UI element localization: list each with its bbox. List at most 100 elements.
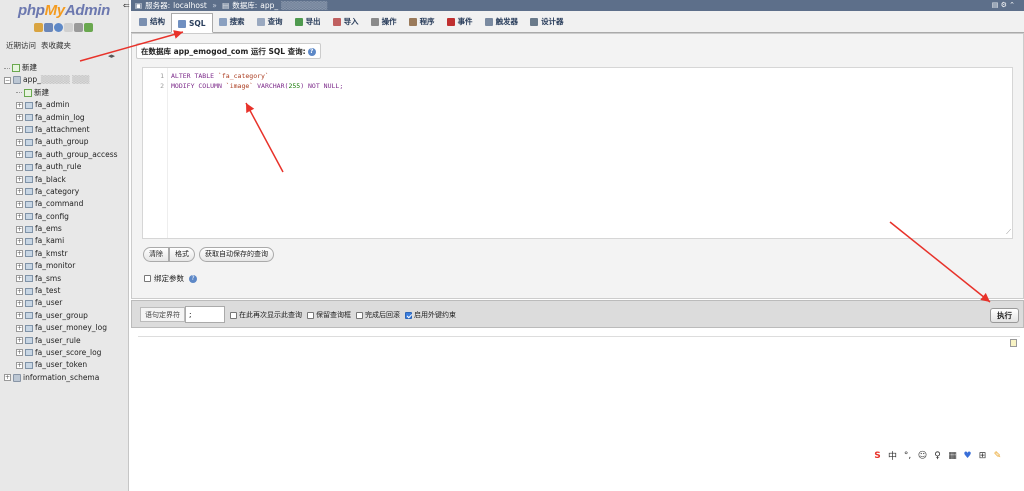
tree-table-item[interactable]: + fa_auth_rule [4, 161, 128, 173]
topbar-right-icons[interactable]: ▤ ⚙ ⌃ [992, 0, 1015, 11]
tab-6[interactable]: 操作 [365, 12, 403, 32]
expand-table-icon[interactable]: + [16, 163, 23, 171]
tree-table-item[interactable]: + fa_config [4, 211, 128, 223]
format-button[interactable]: 格式 [169, 247, 195, 262]
foreign-keys-checkbox[interactable] [405, 311, 412, 319]
ime-button[interactable]: 中 [887, 449, 898, 462]
tab-10[interactable]: 设计器 [524, 12, 570, 32]
expand-table-icon[interactable]: + [16, 361, 23, 369]
tab-3[interactable]: 查询 [251, 12, 289, 32]
ime-button[interactable]: S [872, 451, 883, 461]
tree-table-item[interactable]: + fa_auth_group_access [4, 149, 128, 161]
tree-new-database[interactable]: 新建 [4, 62, 128, 74]
tab-1[interactable]: SQL [171, 13, 213, 33]
expand-table-icon[interactable]: + [16, 237, 23, 245]
help-icon[interactable]: ? [189, 274, 197, 283]
phpmyadmin-logo[interactable]: phpMyAdmin [18, 2, 110, 19]
expand-table-icon[interactable]: + [16, 324, 23, 332]
foreign-keys-option[interactable]: 启用外键约束 [405, 310, 456, 320]
back-arrow-icon[interactable]: ⇐ [123, 0, 131, 11]
tab-9[interactable]: 触发器 [479, 12, 525, 32]
expand-table-icon[interactable]: + [16, 114, 23, 122]
breadcrumb-database[interactable]: app_ [260, 1, 278, 10]
tree-table-item[interactable]: + fa_attachment [4, 124, 128, 136]
expand-table-icon[interactable]: + [16, 188, 23, 196]
ime-button[interactable]: ☺ [917, 451, 928, 461]
expand-table-icon[interactable]: + [16, 262, 23, 270]
expand-table-icon[interactable]: + [16, 138, 23, 146]
tree-table-item[interactable]: + fa_command [4, 198, 128, 210]
expand-table-icon[interactable]: + [16, 126, 23, 134]
collapse-db-icon[interactable]: − [4, 76, 11, 84]
home-icon[interactable] [34, 23, 43, 32]
ime-button[interactable]: ▦ [947, 451, 958, 461]
reload-icon[interactable] [84, 23, 93, 32]
tree-table-item[interactable]: + fa_kmstr [4, 248, 128, 260]
ime-button[interactable]: ✎ [992, 451, 1003, 461]
expand-table-icon[interactable]: + [16, 176, 23, 184]
resize-grip-icon[interactable]: ⟋ [1006, 228, 1011, 237]
tab-4[interactable]: 导出 [289, 12, 327, 32]
help-docs-icon[interactable] [54, 23, 63, 32]
tree-new-table[interactable]: 新建 [4, 87, 128, 99]
tree-table-item[interactable]: + fa_user_token [4, 359, 128, 371]
help-icon[interactable]: ? [307, 48, 316, 56]
tree-table-item[interactable]: + fa_user_score_log [4, 347, 128, 359]
logout-icon[interactable] [44, 23, 53, 32]
retain-query-box-option[interactable]: 保留查询框 [307, 310, 351, 320]
tree-table-item[interactable]: + fa_kami [4, 235, 128, 247]
retain-query-box-checkbox[interactable] [307, 311, 314, 319]
expand-table-icon[interactable]: + [16, 225, 23, 233]
ime-button[interactable]: °, [902, 451, 913, 461]
tab-0[interactable]: 结构 [133, 12, 171, 32]
expand-table-icon[interactable]: + [16, 299, 23, 307]
tab-7[interactable]: 程序 [403, 12, 441, 32]
get-autosaved-query-button[interactable]: 获取自动保存的查询 [199, 247, 274, 262]
show-query-again-checkbox[interactable] [230, 311, 237, 319]
expand-table-icon[interactable]: + [16, 287, 23, 295]
ime-button[interactable]: ⊞ [977, 451, 988, 461]
expand-table-icon[interactable]: + [16, 213, 23, 221]
expand-table-icon[interactable]: + [16, 312, 23, 320]
tree-table-item[interactable]: + fa_ems [4, 223, 128, 235]
bookmark-icon[interactable] [1010, 339, 1017, 347]
expand-table-icon[interactable]: + [16, 151, 23, 159]
recent-tables-link[interactable]: 近期访问 [6, 40, 36, 51]
tree-table-item[interactable]: + fa_category [4, 186, 128, 198]
tree-table-item[interactable]: + fa_admin_log [4, 112, 128, 124]
tree-database-app[interactable]: − app_▒▒▒▒▒ ▒▒▒ [4, 74, 128, 86]
sql-docs-icon[interactable] [64, 23, 73, 32]
tree-table-item[interactable]: + fa_user [4, 297, 128, 309]
tab-8[interactable]: 事件 [441, 12, 479, 32]
settings-icon[interactable] [74, 23, 83, 32]
rollback-option[interactable]: 完成后回滚 [356, 310, 400, 320]
tree-table-item[interactable]: + fa_test [4, 285, 128, 297]
favorite-tables-link[interactable]: 表收藏夹 [41, 40, 71, 51]
sql-editor[interactable]: 1 2 ALTER TABLE `fa_category` MODIFY COL… [142, 67, 1013, 239]
ime-button[interactable]: ♥ [962, 451, 973, 461]
expand-db-icon[interactable]: + [4, 374, 11, 382]
go-button[interactable]: 执行 [990, 308, 1019, 323]
rollback-checkbox[interactable] [356, 311, 363, 319]
bind-parameters-checkbox[interactable] [144, 275, 151, 282]
clear-button[interactable]: 清除 [143, 247, 169, 262]
expand-table-icon[interactable]: + [16, 250, 23, 258]
expand-table-icon[interactable]: + [16, 101, 23, 109]
show-query-again-option[interactable]: 在此再次显示此查询 [230, 310, 302, 320]
tree-table-item[interactable]: + fa_user_group [4, 310, 128, 322]
tree-table-item[interactable]: + fa_monitor [4, 260, 128, 272]
expand-table-icon[interactable]: + [16, 200, 23, 208]
collapse-nav-icon[interactable]: ◂▸ [108, 52, 115, 60]
ime-button[interactable]: ♀ [932, 451, 943, 461]
breadcrumb-server[interactable]: localhost [173, 1, 207, 10]
delimiter-input[interactable] [185, 306, 225, 323]
tab-5[interactable]: 导入 [327, 12, 365, 32]
expand-table-icon[interactable]: + [16, 275, 23, 283]
tree-database-information-schema[interactable]: + information_schema [4, 372, 128, 384]
tree-table-item[interactable]: + fa_user_rule [4, 335, 128, 347]
tree-table-item[interactable]: + fa_user_money_log [4, 322, 128, 334]
tab-2[interactable]: 搜索 [213, 12, 251, 32]
tree-table-item[interactable]: + fa_admin [4, 99, 128, 111]
tree-table-item[interactable]: + fa_auth_group [4, 136, 128, 148]
tree-table-item[interactable]: + fa_sms [4, 273, 128, 285]
